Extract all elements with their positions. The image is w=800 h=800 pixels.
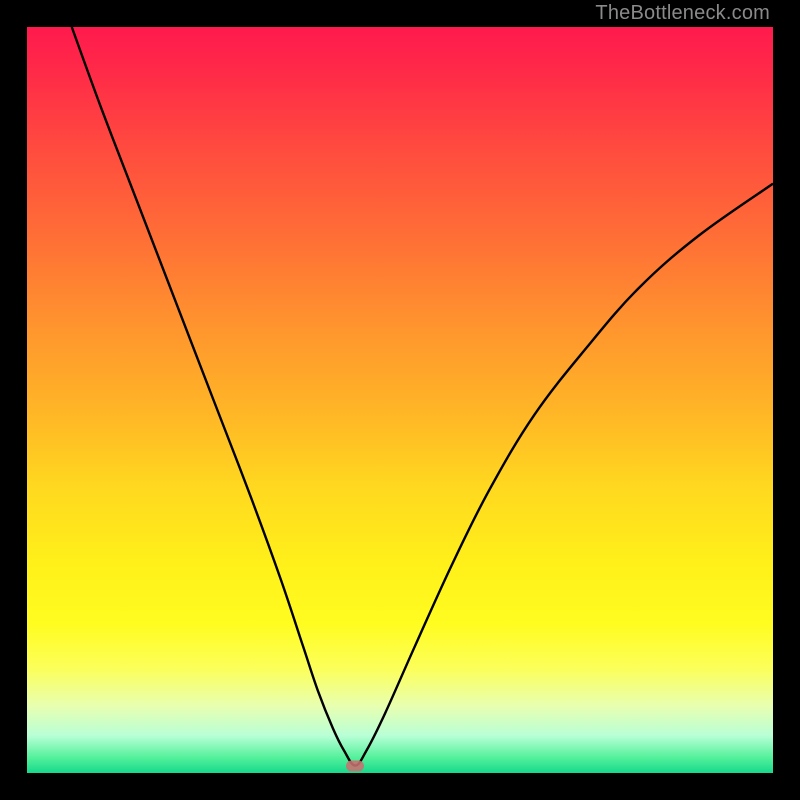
watermark-text: TheBottleneck.com	[595, 2, 770, 25]
plot-area	[27, 27, 773, 773]
chart-frame: TheBottleneck.com	[0, 0, 800, 800]
optimal-point-marker	[346, 760, 364, 771]
curve-path	[72, 27, 773, 766]
bottleneck-curve	[27, 27, 773, 773]
